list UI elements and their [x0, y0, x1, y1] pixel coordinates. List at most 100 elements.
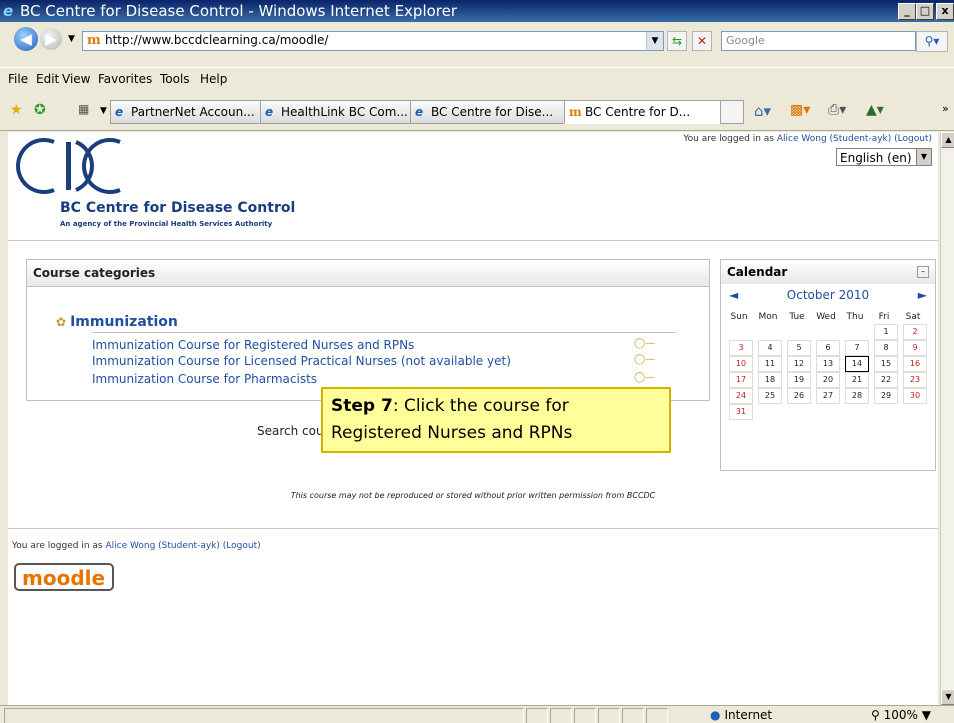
- moodle-favicon-icon: m: [569, 105, 582, 119]
- tab-bccdc-active[interactable]: m BC Centre for D... ✕: [564, 100, 736, 124]
- home-icon[interactable]: ⌂▾: [754, 102, 771, 120]
- menu-tools[interactable]: Tools: [160, 72, 190, 86]
- calendar-day[interactable]: 30: [903, 388, 927, 404]
- moodle-logo[interactable]: moodle: [14, 563, 114, 591]
- menu-file[interactable]: File: [8, 72, 28, 86]
- maximize-button[interactable]: □: [916, 3, 934, 20]
- status-segment: [646, 708, 668, 723]
- address-url[interactable]: http://www.bccdclearning.ca/moodle/: [105, 33, 328, 47]
- favorites-star-icon[interactable]: ★: [10, 102, 23, 118]
- category-label: Immunization: [70, 314, 178, 330]
- calendar-day[interactable]: 29: [874, 388, 898, 404]
- calendar-day[interactable]: 17: [729, 372, 753, 388]
- calendar-day[interactable]: 21: [845, 372, 869, 388]
- course-link-lpn[interactable]: Immunization Course for Licensed Practic…: [92, 354, 511, 368]
- calendar-day[interactable]: 22: [874, 372, 898, 388]
- vertical-scrollbar[interactable]: ▲ ▼: [940, 132, 954, 705]
- calendar-day[interactable]: 23: [903, 372, 927, 388]
- menu-edit[interactable]: Edit: [36, 72, 59, 86]
- refresh-icon[interactable]: ⇆: [667, 31, 687, 51]
- calendar-day[interactable]: 13: [816, 356, 840, 372]
- feeds-icon[interactable]: ▩▾: [790, 102, 810, 118]
- calendar-day[interactable]: 25: [758, 388, 782, 404]
- user-link[interactable]: Alice Wong (Student-ayk): [777, 134, 891, 144]
- calendar-day[interactable]: 27: [816, 388, 840, 404]
- course-link-pharmacists[interactable]: Immunization Course for Pharmacists: [92, 372, 317, 386]
- address-bar[interactable]: m http://www.bccdclearning.ca/moodle/ ▼: [82, 31, 664, 51]
- calendar-day[interactable]: 26: [787, 388, 811, 404]
- header-login-info: You are logged in as Alice Wong (Student…: [683, 134, 932, 144]
- back-button[interactable]: ◀: [14, 27, 38, 51]
- calendar-month[interactable]: October 2010: [721, 288, 935, 302]
- category-immunization[interactable]: ✿ Immunization: [56, 314, 178, 330]
- chevron-down-icon[interactable]: ▼: [916, 149, 931, 165]
- course-link-rn[interactable]: Immunization Course for Registered Nurse…: [92, 338, 414, 352]
- course-categories-header: Course categories: [27, 260, 709, 287]
- calendar-day[interactable]: 15: [874, 356, 898, 372]
- quick-tabs-icon[interactable]: ▦: [78, 102, 89, 116]
- add-favorite-icon[interactable]: ✪: [34, 102, 46, 118]
- org-subtitle: An agency of the Provincial Health Servi…: [60, 220, 273, 228]
- logout-link[interactable]: (Logout): [894, 134, 932, 144]
- calendar-day[interactable]: 18: [758, 372, 782, 388]
- zone-indicator[interactable]: ● Internet: [710, 708, 772, 722]
- calendar-day[interactable]: 12: [787, 356, 811, 372]
- logout-link[interactable]: (Logout): [223, 541, 261, 551]
- title-bar: e BC Centre for Disease Control - Window…: [0, 0, 954, 22]
- menu-help[interactable]: Help: [200, 72, 227, 86]
- new-tab-button[interactable]: [720, 100, 744, 124]
- page-content: BC Centre for Disease Control An agency …: [8, 132, 938, 705]
- scroll-down-icon[interactable]: ▼: [941, 689, 954, 705]
- tab-list-icon[interactable]: ▼: [100, 106, 107, 116]
- zoom-control[interactable]: ⚲ 100% ▼: [871, 708, 931, 722]
- page-icon[interactable]: ▲▾: [866, 102, 884, 118]
- zoom-level: 100%: [883, 708, 918, 722]
- course-categories-title: Course categories: [33, 266, 156, 280]
- status-text: [4, 708, 524, 723]
- calendar-day[interactable]: 20: [816, 372, 840, 388]
- calendar-dow: Wed: [816, 312, 836, 322]
- menu-bar: File Edit View Favorites Tools Help: [0, 67, 954, 91]
- calendar-day[interactable]: 2: [903, 324, 927, 340]
- print-icon[interactable]: ⎙▾: [828, 102, 846, 118]
- calendar-day[interactable]: 14: [845, 356, 869, 372]
- scroll-up-icon[interactable]: ▲: [941, 132, 954, 148]
- calendar-day[interactable]: 28: [845, 388, 869, 404]
- calendar-day[interactable]: 4: [758, 340, 782, 356]
- menu-favorites[interactable]: Favorites: [98, 72, 152, 86]
- minimize-button[interactable]: _: [898, 3, 916, 20]
- tab-bccdc-1[interactable]: e BC Centre for Dise...: [410, 100, 580, 124]
- calendar-day[interactable]: 10: [729, 356, 753, 372]
- calendar-day[interactable]: 16: [903, 356, 927, 372]
- search-icon[interactable]: ⚲▾: [916, 31, 948, 52]
- language-select[interactable]: English (en) ▼: [836, 148, 932, 166]
- calendar-day[interactable]: 31: [729, 404, 753, 420]
- calendar-day[interactable]: 3: [729, 340, 753, 356]
- next-month-button[interactable]: ►: [918, 288, 927, 302]
- calendar-day[interactable]: 8: [874, 340, 898, 356]
- toolbar-overflow-icon[interactable]: »: [942, 102, 949, 115]
- user-link[interactable]: Alice Wong (Student-ayk): [105, 541, 219, 551]
- tab-healthlink[interactable]: e HealthLink BC Com...: [260, 100, 426, 124]
- calendar-day[interactable]: 24: [729, 388, 753, 404]
- close-button[interactable]: x: [936, 3, 954, 20]
- tab-partnernet[interactable]: e PartnerNet Accoun...: [110, 100, 276, 124]
- footer-divider: [8, 528, 938, 529]
- history-dropdown-icon[interactable]: ▼: [68, 34, 75, 44]
- calendar-day[interactable]: 11: [758, 356, 782, 372]
- calendar-day[interactable]: 9: [903, 340, 927, 356]
- search-input[interactable]: Google: [721, 31, 916, 51]
- forward-button[interactable]: ▶: [40, 28, 62, 50]
- calendar-day[interactable]: 6: [816, 340, 840, 356]
- calendar-day[interactable]: 5: [787, 340, 811, 356]
- calendar-day[interactable]: 1: [874, 324, 898, 340]
- menu-view[interactable]: View: [62, 72, 90, 86]
- collapse-icon[interactable]: –: [917, 266, 929, 278]
- ie-page-icon: e: [415, 105, 424, 119]
- category-divider: [92, 332, 676, 333]
- calendar-day[interactable]: 7: [845, 340, 869, 356]
- calendar-day[interactable]: 19: [787, 372, 811, 388]
- address-dropdown-icon[interactable]: ▼: [646, 32, 663, 50]
- stop-icon[interactable]: ✕: [692, 31, 712, 51]
- tab-label: BC Centre for Dise...: [431, 105, 554, 119]
